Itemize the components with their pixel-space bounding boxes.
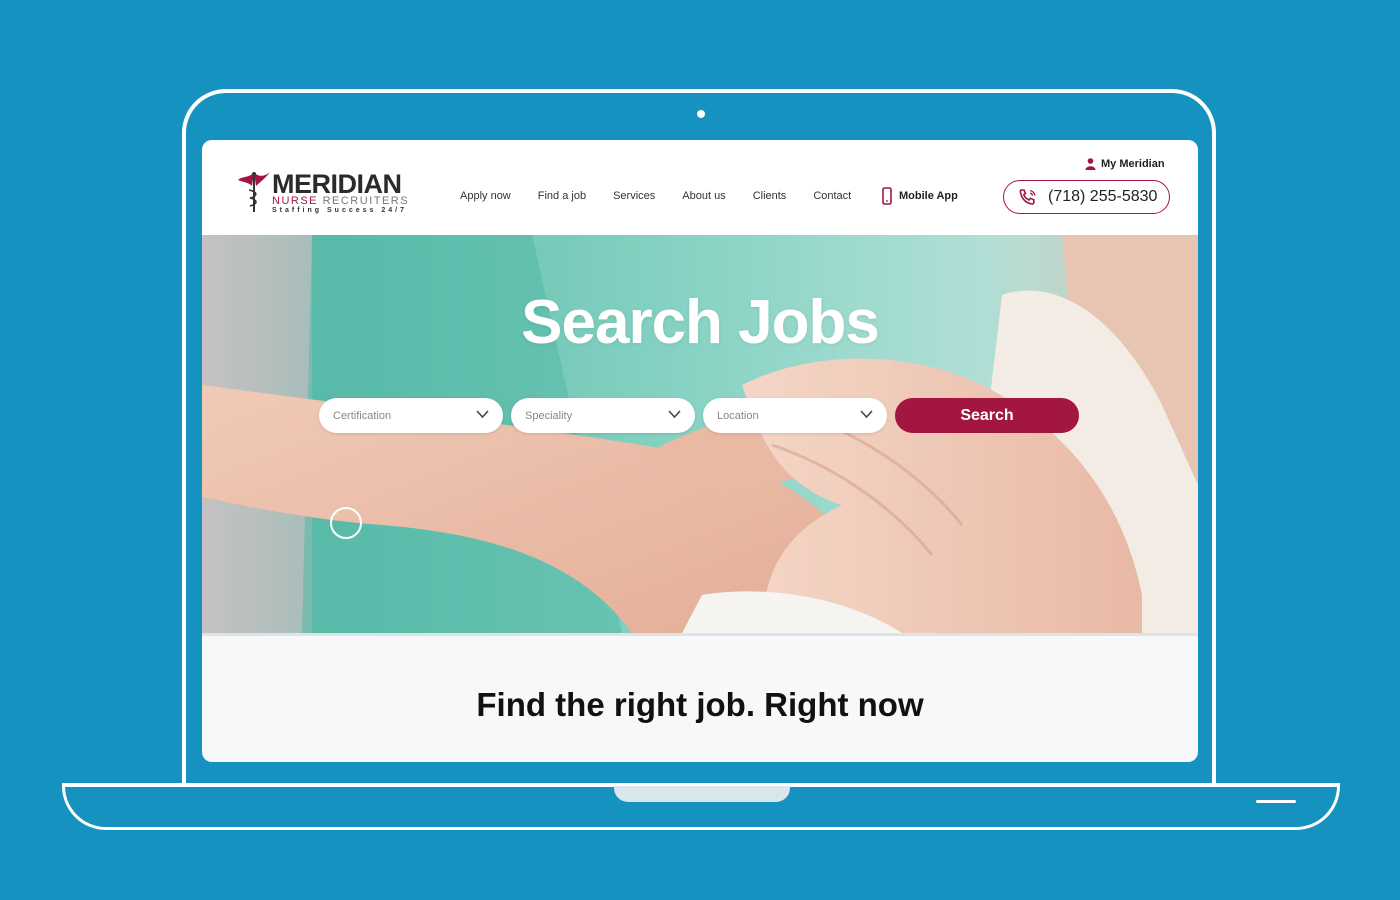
nav-contact[interactable]: Contact bbox=[813, 190, 851, 202]
certification-label: Certification bbox=[333, 409, 392, 422]
brand-sub-recruiters: RECRUITERS bbox=[322, 195, 410, 207]
nav-about-us[interactable]: About us bbox=[682, 190, 725, 202]
location-select[interactable]: Location bbox=[703, 398, 887, 433]
nav-find-a-job[interactable]: Find a job bbox=[538, 190, 586, 202]
search-button[interactable]: Search bbox=[895, 398, 1079, 433]
phone-call-icon bbox=[1019, 189, 1036, 205]
nav-apply-now[interactable]: Apply now bbox=[460, 190, 511, 202]
chevron-down-icon bbox=[668, 410, 681, 419]
phone-number: (718) 255-5830 bbox=[1048, 188, 1158, 205]
chevron-down-icon bbox=[860, 410, 873, 419]
mobile-app-label: Mobile App bbox=[899, 190, 958, 202]
location-label: Location bbox=[717, 409, 759, 422]
hero-section: Search Jobs Certification Speciality Loc… bbox=[202, 235, 1198, 633]
mobile-app-link[interactable]: Mobile App bbox=[882, 187, 958, 205]
phone-button[interactable]: (718) 255-5830 bbox=[1003, 180, 1170, 214]
my-meridian-link[interactable]: My Meridian bbox=[1085, 158, 1165, 170]
caduceus-logo-icon bbox=[238, 172, 270, 212]
brand-name: MERIDIAN bbox=[272, 169, 402, 199]
brand-subtitle: NURSE RECRUITERS bbox=[272, 195, 409, 207]
camera-dot bbox=[697, 110, 705, 118]
main-nav: Apply now Find a job Services About us C… bbox=[460, 190, 878, 202]
brand-sub-nurse: NURSE bbox=[272, 195, 319, 207]
hero-title: Search Jobs bbox=[521, 288, 880, 357]
nav-clients[interactable]: Clients bbox=[753, 190, 787, 202]
website-screen: MERIDIAN NURSE RECRUITERS Staffing Succe… bbox=[202, 140, 1198, 762]
speciality-label: Speciality bbox=[525, 409, 573, 422]
hero-divider bbox=[202, 633, 1198, 636]
logo[interactable]: MERIDIAN NURSE RECRUITERS Staffing Succe… bbox=[236, 168, 416, 216]
brand-tagline: Staffing Success 24/7 bbox=[272, 207, 407, 214]
site-header: MERIDIAN NURSE RECRUITERS Staffing Succe… bbox=[202, 140, 1198, 235]
cursor-circle bbox=[330, 507, 362, 539]
user-icon bbox=[1085, 158, 1096, 170]
speciality-select[interactable]: Speciality bbox=[511, 398, 695, 433]
laptop-notch bbox=[614, 786, 790, 802]
nav-services[interactable]: Services bbox=[613, 190, 655, 202]
certification-select[interactable]: Certification bbox=[319, 398, 503, 433]
my-meridian-label: My Meridian bbox=[1101, 158, 1165, 170]
laptop-indicator bbox=[1256, 800, 1296, 803]
section-tagline: Find the right job. Right now bbox=[476, 686, 924, 723]
chevron-down-icon bbox=[476, 410, 489, 419]
mobile-phone-icon bbox=[882, 187, 892, 205]
